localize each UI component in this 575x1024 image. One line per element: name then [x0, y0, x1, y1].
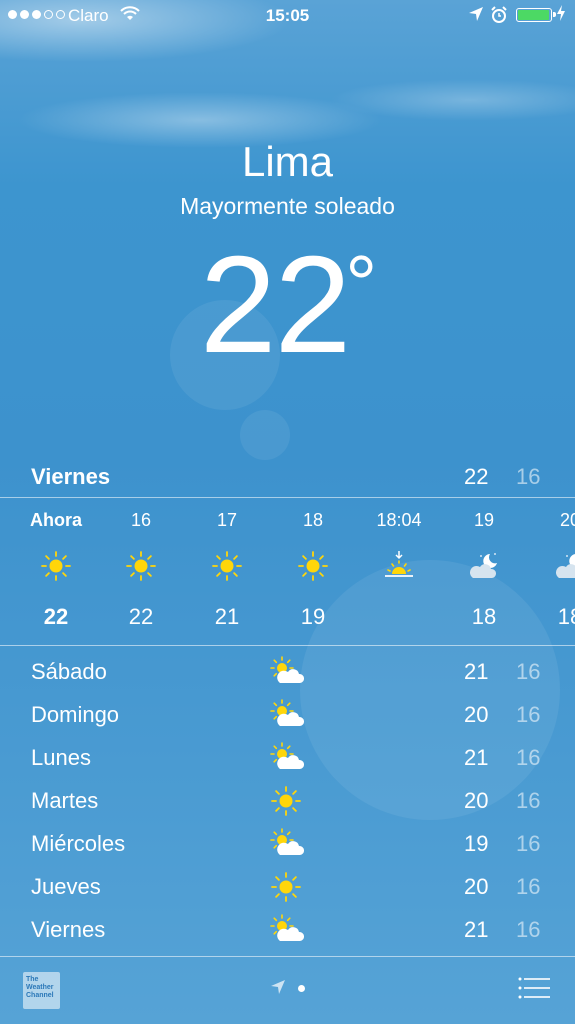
daily-row: Sábado 21 16: [0, 650, 575, 693]
sun-icon: [270, 785, 304, 816]
charging-bolt-icon: [556, 5, 566, 26]
battery-icon: [516, 8, 556, 22]
today-high: 22: [464, 464, 489, 489]
hour-label: Ahora: [29, 510, 82, 530]
day-low: 16: [516, 745, 541, 770]
daily-row: Miércoles 19 16: [0, 822, 575, 865]
divider: [0, 645, 575, 646]
day-high: 19: [464, 831, 489, 856]
moon-cloud-icon: [468, 550, 500, 582]
day-name: Viernes: [31, 917, 106, 942]
list-icon[interactable]: [518, 977, 550, 1004]
today-summary: Viernes 22 16: [0, 460, 575, 496]
day-low: 16: [516, 874, 541, 899]
hour-label: 17: [216, 510, 238, 530]
sun-icon: [297, 550, 329, 582]
location-arrow-icon: [468, 6, 484, 27]
sun-icon: [125, 550, 157, 582]
hour-temp: 21: [214, 604, 240, 629]
today-day: Viernes: [31, 464, 111, 489]
current-temperature: 22°: [0, 236, 575, 374]
sun-cloud-icon: [270, 828, 305, 858]
today-low: 16: [516, 464, 541, 489]
day-name: Domingo: [31, 702, 120, 727]
sun-icon: [40, 550, 72, 582]
weather-condition: Mayormente soleado: [180, 193, 395, 219]
page-dot[interactable]: [298, 985, 305, 992]
weather-channel-logo[interactable]: The Weather Channel: [23, 972, 60, 1009]
day-name: Jueves: [31, 874, 101, 899]
day-high: 21: [464, 745, 489, 770]
day-name: Lunes: [31, 745, 91, 770]
day-high: 20: [464, 702, 489, 727]
day-low: 16: [516, 788, 541, 813]
location-arrow-icon[interactable]: [270, 979, 286, 1000]
sky-background: [0, 0, 575, 260]
sun-cloud-icon: [270, 742, 305, 772]
day-name: Sábado: [31, 659, 107, 684]
degree-symbol: °: [345, 239, 377, 328]
day-high: 20: [464, 874, 489, 899]
day-high: 21: [464, 659, 489, 684]
footer-toolbar: The Weather Channel: [0, 957, 575, 1024]
day-low: 16: [516, 917, 541, 942]
day-high: 20: [464, 788, 489, 813]
status-bar: Claro 15:05: [0, 0, 575, 32]
daily-row: Domingo 20 16: [0, 693, 575, 736]
moon-cloud-icon: [554, 550, 575, 582]
sun-cloud-icon: [270, 656, 305, 686]
hourly-forecast[interactable]: Ahora 22 16 22 17 21 18 19 18:04 19 18 20 18: [0, 498, 575, 645]
daily-row: Jueves 20 16: [0, 865, 575, 908]
lens-flare: [240, 410, 290, 460]
sun-icon: [270, 871, 304, 902]
day-low: 16: [516, 659, 541, 684]
alarm-clock-icon: [490, 6, 508, 29]
sunset-icon: [383, 550, 415, 582]
sun-icon: [211, 550, 243, 582]
hour-label: 16: [130, 510, 152, 530]
hour-temp: 22: [128, 604, 154, 629]
day-low: 16: [516, 702, 541, 727]
day-low: 16: [516, 831, 541, 856]
hour-label: 18:04: [376, 510, 422, 530]
day-name: Martes: [31, 788, 99, 813]
sun-cloud-icon: [270, 914, 305, 944]
hour-temp: 19: [300, 604, 326, 629]
hour-temp: 18: [471, 604, 497, 629]
hour-label: 20: [559, 510, 575, 530]
hour-temp: 22: [43, 604, 69, 629]
daily-row: Martes 20 16: [0, 779, 575, 822]
daily-row: Viernes 21 16: [0, 908, 575, 951]
hour-label: 18: [302, 510, 324, 530]
battery-level: [518, 10, 549, 20]
hour-temp: 18: [557, 604, 575, 629]
city-name: Lima: [241, 138, 334, 185]
status-time: 15:05: [265, 6, 310, 25]
daily-row: Lunes 21 16: [0, 736, 575, 779]
temperature-value: 22: [199, 228, 351, 382]
day-name: Miércoles: [31, 831, 126, 856]
sun-cloud-icon: [270, 699, 305, 729]
hour-label: 19: [473, 510, 495, 530]
day-high: 21: [464, 917, 489, 942]
